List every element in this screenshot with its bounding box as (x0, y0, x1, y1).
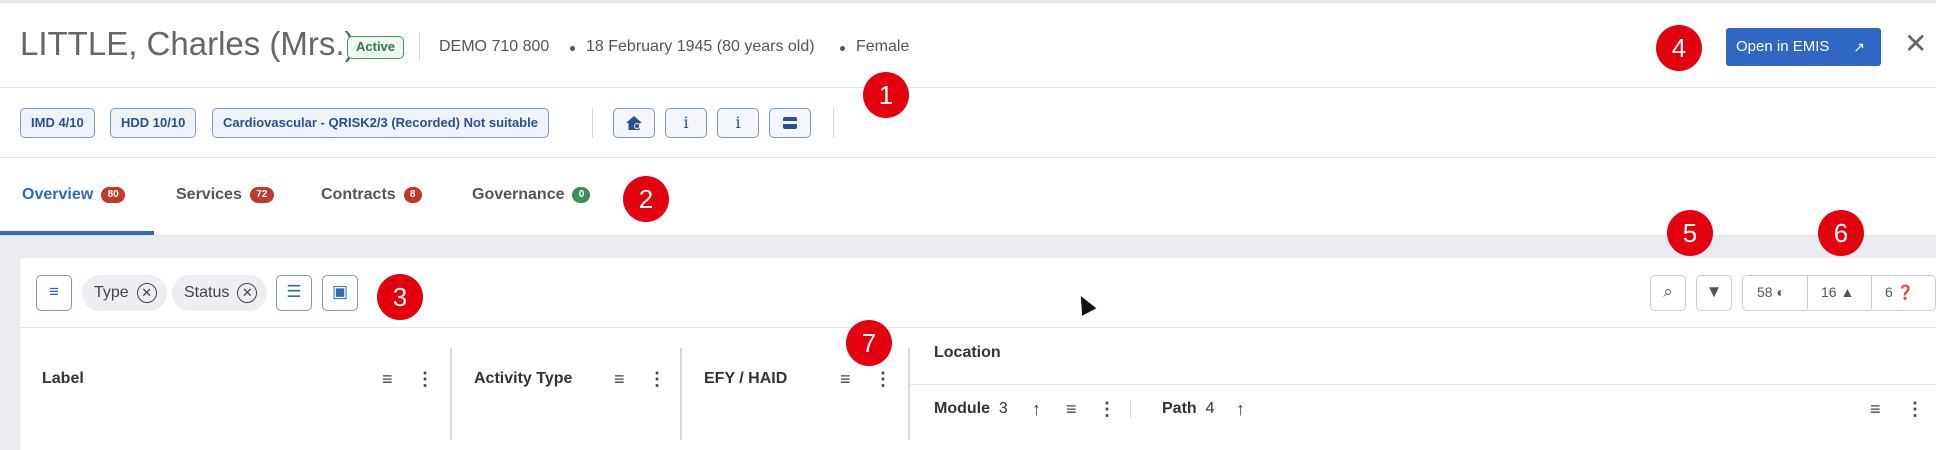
search-icon[interactable]: ⌕ (1650, 275, 1686, 311)
warning-icon: ▲ (1840, 284, 1855, 300)
warning-counter[interactable]: 16 ▲ (1807, 276, 1854, 309)
annotation-marker-1: 1 (863, 72, 909, 118)
column-filter-icon[interactable]: ≡ (614, 370, 625, 388)
help-icon: ❓ (1896, 284, 1915, 300)
divider (419, 33, 420, 61)
annotation-marker-7: 7 (846, 320, 892, 366)
chip-label: Status (184, 284, 230, 301)
patient-name: LITTLE, Charles (Mrs.) (20, 25, 356, 62)
tab-label: Contracts (321, 186, 396, 203)
count-value: 6 (1885, 284, 1893, 300)
external-link-icon: ↗ (1853, 39, 1865, 55)
tab-contracts[interactable]: Contracts 8 (321, 186, 422, 204)
count-value: 58 (1757, 284, 1773, 300)
spinner-icon: ◐ (1776, 284, 1785, 300)
tree-view-icon[interactable]: ☰ (276, 275, 312, 311)
info-icon[interactable]: i (717, 108, 759, 138)
divider (833, 108, 834, 138)
annotation-marker-4: 4 (1656, 25, 1702, 71)
column-header-module[interactable]: Module 3 (934, 400, 1008, 418)
table-header: Label ≡ ⋮ Activity Type ≡ ⋮ EFY / HAID ≡… (20, 328, 1936, 450)
column-menu-icon[interactable]: ⋮ (1906, 400, 1924, 418)
activity-table-panel: ≡ Type ✕ Status ✕ ☰ ▣ ⌕ ▼ 58 ◐ 16 ▲ 6 ❓ La… (20, 258, 1936, 450)
open-in-emis-label: Open in EMIS (1736, 38, 1830, 55)
sort-asc-icon[interactable]: ↑ (1032, 400, 1041, 418)
patient-header: LITTLE, Charles (Mrs.) Active DEMO 710 8… (0, 0, 1936, 88)
layers-icon[interactable]: ≡ (36, 275, 72, 311)
column-header-label[interactable]: Label (42, 370, 84, 388)
tab-count-badge: 8 (403, 186, 422, 203)
divider (910, 384, 1936, 385)
module-label: Module (934, 400, 990, 417)
column-divider[interactable] (908, 348, 910, 440)
column-filter-icon[interactable]: ≡ (382, 370, 393, 388)
path-count: 4 (1205, 400, 1215, 417)
annotation-marker-2: 2 (623, 176, 669, 222)
home-person-icon[interactable] (613, 108, 655, 138)
info-icon[interactable]: i (665, 108, 707, 138)
tab-label: Overview (22, 186, 94, 203)
column-menu-icon[interactable]: ⋮ (1098, 400, 1116, 418)
divider (592, 108, 593, 138)
tag-imd[interactable]: IMD 4/10 (20, 108, 95, 138)
column-filter-icon[interactable]: ≡ (1870, 400, 1881, 418)
open-in-emis-button[interactable]: Open in EMIS ↗ (1726, 28, 1881, 66)
tab-label: Governance (472, 186, 565, 203)
tag-cardiovascular[interactable]: Cardiovascular - QRISK2/3 (Recorded) Not… (212, 108, 549, 138)
bullet (840, 46, 845, 51)
module-count: 3 (998, 400, 1008, 417)
column-header-activity-type[interactable]: Activity Type (474, 370, 572, 388)
filter-chip-type[interactable]: Type ✕ (82, 275, 167, 311)
remove-filter-icon[interactable]: ✕ (237, 282, 258, 303)
tab-label: Services (176, 186, 242, 203)
status-badge: Active (347, 36, 405, 59)
tab-count-badge: 80 (101, 186, 126, 203)
column-group-location: Location (934, 344, 1001, 361)
layout-icon[interactable]: ▣ (322, 275, 358, 311)
tab-governance[interactable]: Governance 0 (472, 186, 591, 204)
table-toolbar: ≡ Type ✕ Status ✕ ☰ ▣ ⌕ ▼ 58 ◐ 16 ▲ 6 ❓ (20, 258, 1936, 328)
patient-tags-bar: IMD 4/10 HDD 10/10 Cardiovascular - QRIS… (0, 88, 1936, 158)
active-tab-indicator (0, 231, 154, 235)
bullet (570, 46, 575, 51)
tab-count-badge: 72 (249, 186, 274, 203)
sort-asc-icon[interactable]: ↑ (1236, 400, 1245, 418)
tab-bar: Overview 80 Services 72 Contracts 8 Governa… (0, 158, 1936, 236)
in-progress-counter[interactable]: 58 ◐ (1743, 276, 1785, 309)
column-divider (1130, 400, 1131, 418)
column-divider[interactable] (450, 348, 452, 440)
tab-count-badge: 0 (572, 186, 591, 203)
annotation-marker-6: 6 (1818, 210, 1864, 256)
chip-label: Type (94, 284, 129, 301)
annotation-marker-5: 5 (1667, 210, 1713, 256)
column-filter-icon[interactable]: ≡ (840, 370, 851, 388)
column-menu-icon[interactable]: ⋮ (648, 370, 666, 388)
gender: Female (856, 38, 910, 55)
filter-chip-status[interactable]: Status ✕ (172, 275, 268, 311)
column-divider[interactable] (680, 348, 682, 440)
count-value: 16 (1821, 284, 1837, 300)
date-of-birth: 18 February 1945 (80 years old) (586, 38, 815, 55)
column-menu-icon[interactable]: ⋮ (416, 370, 434, 388)
column-filter-icon[interactable]: ≡ (1066, 400, 1077, 418)
remove-filter-icon[interactable]: ✕ (136, 282, 157, 303)
column-header-efy-haid[interactable]: EFY / HAID (704, 370, 787, 388)
nhs-number: DEMO 710 800 (439, 38, 550, 55)
tab-overview[interactable]: Overview 80 (22, 186, 126, 204)
tag-hdd[interactable]: HDD 10/10 (110, 108, 197, 138)
column-header-path[interactable]: Path 4 (1162, 400, 1214, 418)
close-icon[interactable]: ✕ (1904, 29, 1927, 59)
tab-services[interactable]: Services 72 (176, 186, 274, 204)
annotation-marker-3: 3 (377, 274, 423, 320)
path-label: Path (1162, 400, 1197, 417)
question-counter[interactable]: 6 ❓ (1871, 276, 1914, 309)
filter-icon[interactable]: ▼ (1696, 275, 1732, 311)
column-menu-icon[interactable]: ⋮ (874, 370, 892, 388)
status-counters: 58 ◐ 16 ▲ 6 ❓ (1742, 275, 1936, 311)
card-icon[interactable] (769, 108, 811, 138)
